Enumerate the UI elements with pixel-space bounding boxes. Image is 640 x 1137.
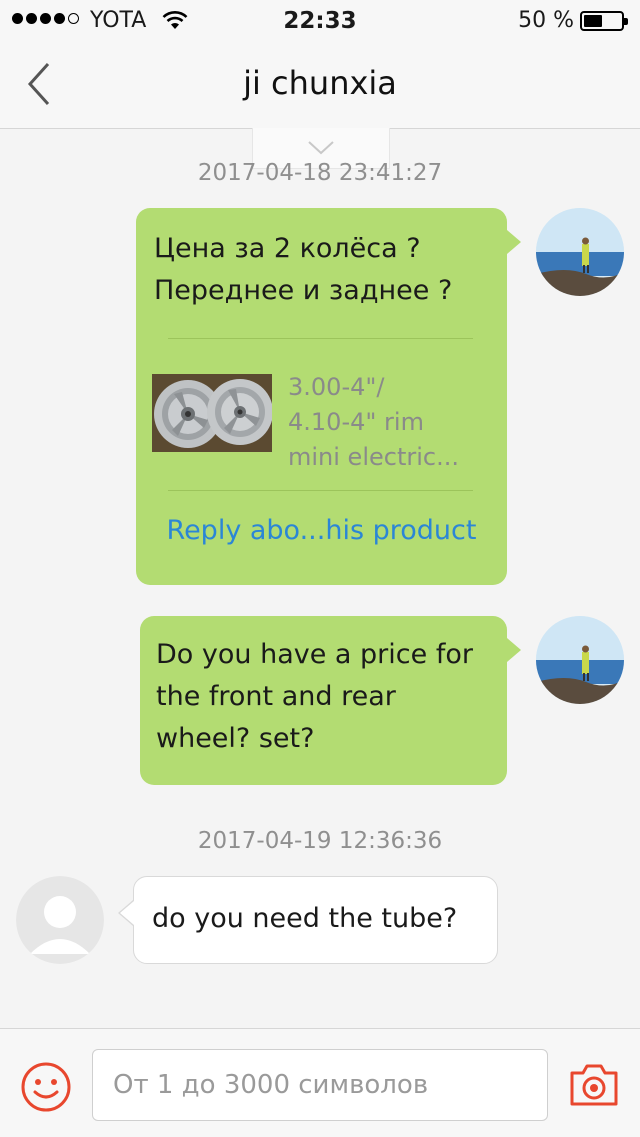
outgoing-message-bubble[interactable]: Цена за 2 колёса ? Переднее и заднее ? 3… xyxy=(136,208,521,585)
camera-button[interactable] xyxy=(568,1061,620,1109)
battery-percent: 50 % xyxy=(518,8,574,33)
message-text-line: Do you have a price for xyxy=(156,639,473,670)
chat-title: ji chunxia xyxy=(243,64,397,102)
message-text-line: do you need the tube? xyxy=(152,903,458,934)
collapse-chevron-icon xyxy=(308,141,334,155)
smiley-icon xyxy=(21,1062,71,1112)
product-title-line: 4.10-4" rim xyxy=(288,408,424,436)
battery-level-fill xyxy=(584,15,602,27)
camera-icon xyxy=(570,1064,618,1106)
message-input-bar xyxy=(0,1028,640,1137)
product-title-line: mini electric... xyxy=(288,443,459,471)
divider xyxy=(168,338,473,339)
message-input[interactable] xyxy=(92,1049,548,1121)
message-text-line: wheel? set? xyxy=(156,723,315,754)
divider xyxy=(168,490,473,491)
product-title-line: 3.00-4"/ xyxy=(288,373,385,401)
message-timestamp: 2017-04-18 23:41:27 xyxy=(197,160,443,186)
message-text-line: Цена за 2 колёса ? xyxy=(154,233,421,264)
message-timestamp: 2017-04-19 12:36:36 xyxy=(197,828,443,854)
battery-icon xyxy=(580,11,628,31)
emoji-button[interactable] xyxy=(20,1061,72,1113)
nav-bar: ji chunxia xyxy=(0,40,640,129)
reply-about-product-link[interactable]: Reply abo...his product xyxy=(136,510,507,552)
incoming-message-bubble[interactable]: do you need the tube? xyxy=(118,876,498,964)
message-text-line: the front and rear xyxy=(156,681,396,712)
my-avatar[interactable] xyxy=(536,208,624,296)
product-card[interactable]: 3.00-4"/ 4.10-4" rim mini electric... xyxy=(152,370,482,471)
contact-avatar[interactable] xyxy=(16,876,104,964)
status-bar: YOTA 22:33 50 % xyxy=(0,0,640,40)
product-title: 3.00-4"/ 4.10-4" rim mini electric... xyxy=(288,370,488,475)
my-avatar[interactable] xyxy=(536,616,624,704)
product-thumbnail xyxy=(152,374,272,452)
message-text-line: Переднее и заднее ? xyxy=(154,275,453,306)
outgoing-message-bubble[interactable]: Do you have a price for the front and re… xyxy=(140,616,521,785)
